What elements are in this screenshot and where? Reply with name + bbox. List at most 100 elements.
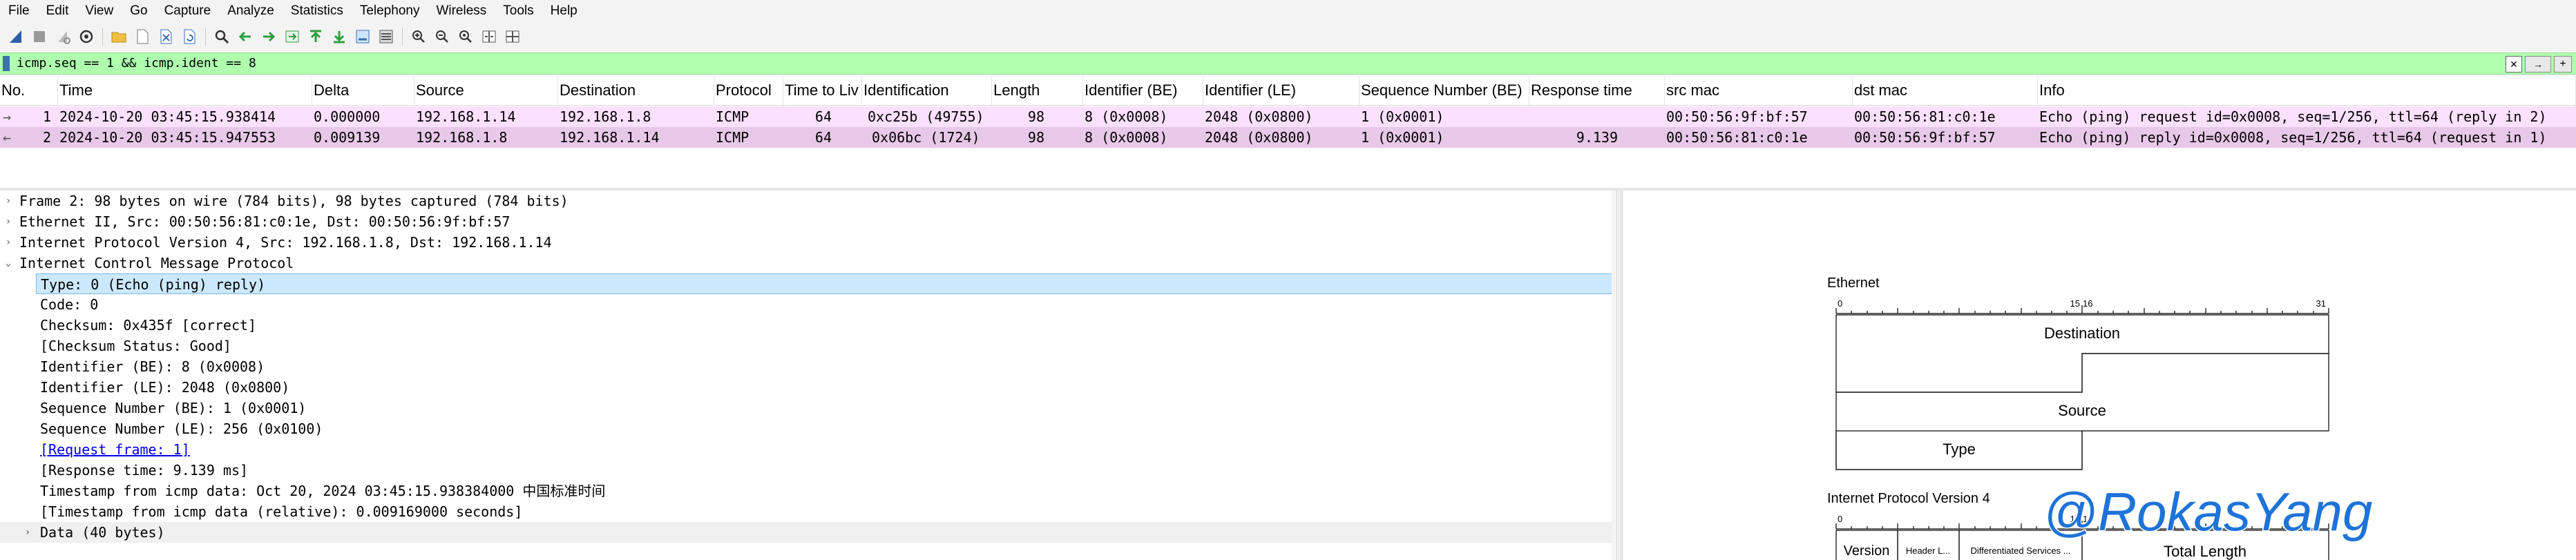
tree-item-timestamp[interactable]: Timestamp from icmp data: Oct 20, 2024 0… xyxy=(0,481,1614,501)
menu-view[interactable]: View xyxy=(77,0,122,22)
cell-destination: 192.168.1.8 xyxy=(560,108,651,125)
cell-length: 98 xyxy=(1027,129,1044,146)
tree-item-ipv4[interactable]: › Internet Protocol Version 4, Src: 192.… xyxy=(0,232,1614,253)
tree-item-icmp[interactable]: ⌄ Internet Control Message Protocol xyxy=(0,253,1614,273)
header-length-label: Header L... xyxy=(1906,545,1950,556)
bit-31-label: 31 xyxy=(2316,298,2326,309)
forward-arrow-icon[interactable] xyxy=(259,27,278,46)
total-length-label: Total Length xyxy=(2164,543,2246,560)
column-header-response-time[interactable]: Response time xyxy=(1529,76,1665,105)
tree-item-identifier-le[interactable]: Identifier (LE): 2048 (0x0800) xyxy=(0,377,1614,398)
last-packet-icon[interactable] xyxy=(330,27,349,46)
tree-item-icmp-code[interactable]: Code: 0 xyxy=(0,294,1614,315)
expand-arrow-icon[interactable]: › xyxy=(21,522,35,543)
cell-protocol: ICMP xyxy=(716,129,750,146)
display-filter-input[interactable]: icmp.seq == 1 && icmp.ident == 8 xyxy=(17,53,256,74)
shark-fin-start-icon[interactable] xyxy=(6,27,26,46)
colorize-icon[interactable] xyxy=(376,27,396,46)
resize-columns-icon[interactable] xyxy=(479,27,499,46)
column-header-info[interactable]: Info xyxy=(2038,76,2576,105)
menu-analyze[interactable]: Analyze xyxy=(219,0,283,22)
options-gear-icon[interactable] xyxy=(77,27,96,46)
menu-telephony[interactable]: Telephony xyxy=(352,0,428,22)
search-icon[interactable] xyxy=(212,27,231,46)
open-folder-icon[interactable] xyxy=(109,27,128,46)
column-header-time[interactable]: Time xyxy=(58,76,312,105)
menu-file[interactable]: File xyxy=(0,0,38,22)
goto-packet-icon[interactable] xyxy=(283,27,302,46)
column-header-protocol[interactable]: Protocol xyxy=(714,76,783,105)
file-icon[interactable] xyxy=(133,27,152,46)
column-header-src-mac[interactable]: src mac xyxy=(1665,76,1853,105)
reload-icon[interactable] xyxy=(180,27,199,46)
menu-tools[interactable]: Tools xyxy=(495,0,542,22)
menu-edit[interactable]: Edit xyxy=(38,0,77,22)
menu-help[interactable]: Help xyxy=(542,0,586,22)
expand-arrow-icon[interactable]: › xyxy=(1,191,15,211)
back-arrow-icon[interactable] xyxy=(236,27,255,46)
menu-go[interactable]: Go xyxy=(122,0,155,22)
tree-item-ethernet[interactable]: › Ethernet II, Src: 00:50:56:81:c0:1e, D… xyxy=(0,211,1614,232)
clear-filter-button[interactable]: ✕ xyxy=(2506,56,2522,73)
cell-delta: 0.000000 xyxy=(314,108,381,125)
cell-identifier-be: 8 (0x0008) xyxy=(1085,129,1168,146)
version-label: Version xyxy=(1844,543,1890,559)
column-header-destination[interactable]: Destination xyxy=(558,76,714,105)
stop-icon[interactable] xyxy=(30,27,49,46)
tree-item-timestamp-relative[interactable]: [Timestamp from icmp data (relative): 0.… xyxy=(0,501,1614,522)
tree-item-checksum[interactable]: Checksum: 0x435f [correct] xyxy=(0,315,1614,336)
autoscroll-icon[interactable] xyxy=(353,27,372,46)
menu-capture[interactable]: Capture xyxy=(156,0,220,22)
column-header-length[interactable]: Length xyxy=(992,76,1083,105)
add-filter-button[interactable]: + xyxy=(2554,56,2572,73)
tree-item-label: Identifier (LE): 2048 (0x0800) xyxy=(40,379,290,396)
layout-icon[interactable] xyxy=(503,27,522,46)
source-label: Source xyxy=(2058,402,2106,419)
main-toolbar xyxy=(0,22,2576,51)
column-header-delta[interactable]: Delta xyxy=(312,76,414,105)
column-header-seq-be[interactable]: Sequence Number (BE) xyxy=(1359,76,1529,105)
packet-row[interactable]: → 1 2024-10-20 03:45:15.938414 0.000000 … xyxy=(0,106,2576,127)
apply-filter-button[interactable]: → xyxy=(2525,56,2551,73)
expand-arrow-icon[interactable]: › xyxy=(1,211,15,232)
close-file-icon[interactable] xyxy=(156,27,175,46)
details-scrollbar[interactable] xyxy=(1612,191,1616,560)
tree-item-label: Internet Protocol Version 4, Src: 192.16… xyxy=(19,234,552,251)
restart-icon[interactable] xyxy=(53,27,73,46)
tree-item-seq-be[interactable]: Sequence Number (BE): 1 (0x0001) xyxy=(0,398,1614,418)
expand-arrow-icon[interactable]: › xyxy=(1,232,15,253)
packet-row[interactable]: ← 2 2024-10-20 03:45:15.947553 0.009139 … xyxy=(0,127,2576,148)
cell-response-time: 9.139 xyxy=(1576,129,1618,146)
tree-item-request-frame[interactable]: [Request frame: 1] xyxy=(0,439,1614,460)
column-header-ttl[interactable]: Time to Liv xyxy=(783,76,862,105)
tree-item-response-time[interactable]: [Response time: 9.139 ms] xyxy=(0,460,1614,481)
tree-item-icmp-type-selected[interactable]: Type: 0 (Echo (ping) reply) xyxy=(36,273,1614,294)
column-header-source[interactable]: Source xyxy=(414,76,558,105)
zoom-reset-icon[interactable] xyxy=(456,27,475,46)
bookmark-icon[interactable] xyxy=(3,56,10,71)
column-header-identification[interactable]: Identification xyxy=(862,76,992,105)
tree-item-frame[interactable]: › Frame 2: 98 bytes on wire (784 bits), … xyxy=(0,191,1614,211)
cell-protocol: ICMP xyxy=(716,108,750,125)
zoom-in-icon[interactable] xyxy=(409,27,428,46)
column-header-dst-mac[interactable]: dst mac xyxy=(1853,76,2038,105)
menu-statistics[interactable]: Statistics xyxy=(283,0,352,22)
cell-no: 2 xyxy=(42,129,51,146)
zoom-out-icon[interactable] xyxy=(432,27,452,46)
cell-identifier-le: 2048 (0x0800) xyxy=(1205,129,1313,146)
column-header-identifier-be[interactable]: Identifier (BE) xyxy=(1083,76,1203,105)
column-header-no[interactable]: No. xyxy=(0,76,58,105)
tree-item-data[interactable]: › Data (40 bytes) xyxy=(0,522,1614,543)
column-header-identifier-le[interactable]: Identifier (LE) xyxy=(1203,76,1359,105)
tree-item-checksum-status[interactable]: [Checksum Status: Good] xyxy=(0,336,1614,356)
tree-item-seq-le[interactable]: Sequence Number (LE): 256 (0x0100) xyxy=(0,418,1614,439)
cell-ttl: 64 xyxy=(814,108,832,125)
menu-wireless[interactable]: Wireless xyxy=(428,0,495,22)
collapse-arrow-icon[interactable]: ⌄ xyxy=(1,253,15,273)
request-frame-link[interactable]: [Request frame: 1] xyxy=(40,439,190,460)
cell-seq-be: 1 (0x0001) xyxy=(1361,129,1444,146)
bit-15-label: 15 xyxy=(2070,298,2080,309)
tree-item-identifier-be[interactable]: Identifier (BE): 8 (0x0008) xyxy=(0,356,1614,377)
first-packet-icon[interactable] xyxy=(306,27,325,46)
cell-destination: 192.168.1.14 xyxy=(560,129,660,146)
